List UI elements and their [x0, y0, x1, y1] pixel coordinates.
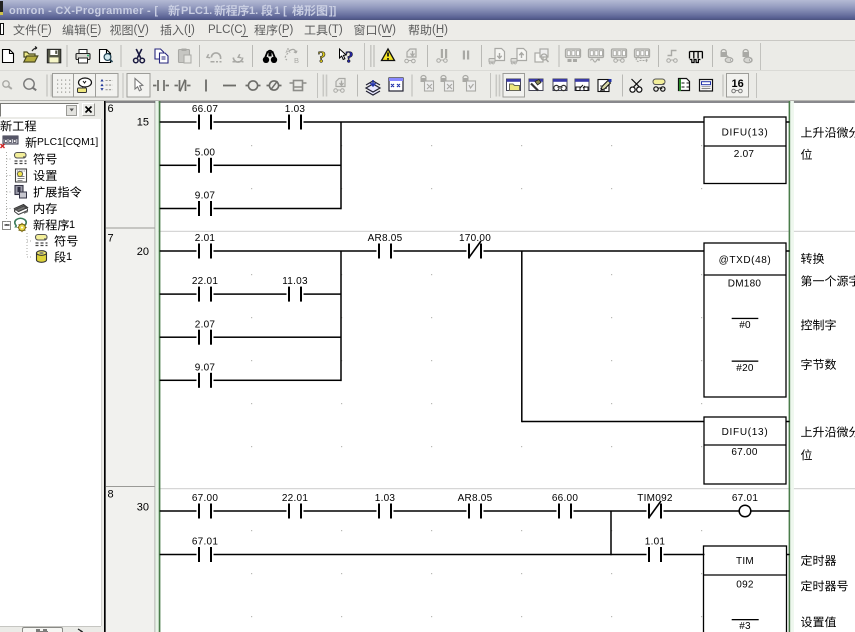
svg-text:8: 8	[108, 488, 114, 500]
svg-text:2.07: 2.07	[734, 149, 755, 160]
svg-text:22.01: 22.01	[282, 493, 308, 504]
svg-text:AR8.05: AR8.05	[458, 493, 493, 504]
svg-text:TIM092: TIM092	[637, 493, 673, 504]
svg-text:67.00: 67.00	[192, 493, 218, 504]
svg-text:#3: #3	[739, 621, 751, 632]
svg-text:15: 15	[137, 116, 149, 128]
svg-text:20: 20	[137, 246, 149, 258]
svg-text:TIM: TIM	[736, 556, 754, 567]
svg-text:DIFU(13): DIFU(13)	[722, 427, 769, 438]
svg-text:DM180: DM180	[728, 279, 762, 290]
svg-text:66.00: 66.00	[552, 493, 578, 504]
svg-text:66.07: 66.07	[192, 104, 218, 115]
svg-text:#0: #0	[739, 320, 751, 331]
svg-text:67.01: 67.01	[732, 493, 758, 504]
svg-text:170.00: 170.00	[459, 233, 491, 244]
svg-text:1.03: 1.03	[285, 104, 306, 115]
svg-text:1.03: 1.03	[375, 493, 396, 504]
svg-text:2.07: 2.07	[195, 319, 216, 330]
svg-text:22.01: 22.01	[192, 276, 218, 287]
svg-text:092: 092	[736, 580, 754, 591]
svg-text:9.07: 9.07	[195, 191, 216, 202]
svg-text:67.01: 67.01	[192, 537, 218, 548]
svg-text:#20: #20	[736, 363, 754, 374]
svg-text:67.00: 67.00	[731, 447, 757, 458]
svg-text:7: 7	[108, 232, 114, 244]
svg-text:6: 6	[108, 103, 114, 115]
svg-text:1.01: 1.01	[645, 537, 666, 548]
svg-text:DIFU(13): DIFU(13)	[722, 127, 769, 138]
svg-text:11.03: 11.03	[282, 276, 308, 287]
svg-text:9.07: 9.07	[195, 362, 216, 373]
svg-text:@TXD(48): @TXD(48)	[719, 255, 772, 266]
svg-text:30: 30	[137, 501, 149, 513]
svg-text:2.01: 2.01	[195, 233, 216, 244]
svg-text:AR8.05: AR8.05	[368, 233, 403, 244]
svg-text:5.00: 5.00	[195, 147, 216, 158]
